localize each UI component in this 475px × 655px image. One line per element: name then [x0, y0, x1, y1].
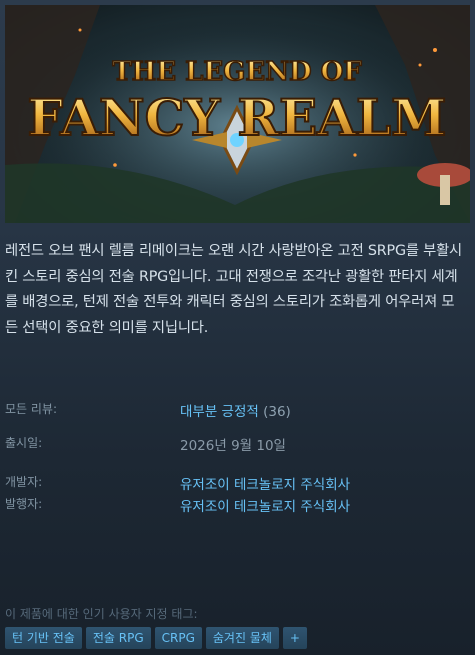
tag-list: 턴 기반 전술 전술 RPG CRPG 숨겨진 물체 +: [5, 627, 307, 649]
tag-more-button[interactable]: +: [282, 627, 307, 649]
tag-crpg[interactable]: CRPG: [154, 627, 202, 649]
tag-hidden-object[interactable]: 숨겨진 물체: [205, 627, 279, 649]
header-capsule-image: THE LEGEND OF FANCY REALM: [5, 5, 470, 223]
reviews-summary[interactable]: 대부분 긍정적 (36): [180, 400, 291, 420]
reviews-label: 모든 리뷰:: [5, 402, 58, 416]
logo-main-text: FANCY REALM: [28, 88, 447, 147]
developer-link[interactable]: 유저조이 테크놀로지 주식회사: [180, 473, 350, 493]
tags-heading: 이 제품에 대한 인기 사용자 지정 태그:: [5, 607, 198, 621]
tag-tactical-rpg[interactable]: 전술 RPG: [85, 627, 151, 649]
logo-top-text: THE LEGEND OF: [112, 57, 362, 87]
reviews-value[interactable]: 대부분 긍정적: [180, 404, 259, 420]
game-description: 레전드 오브 팬시 렐름 리메이크는 오랜 시간 사랑받아온 고전 SRPG를 …: [5, 243, 462, 336]
publisher-link[interactable]: 유저조이 테크놀로지 주식회사: [180, 495, 350, 515]
release-date: 2026년 9월 10일: [180, 438, 286, 454]
release-label: 출시일:: [5, 436, 43, 450]
tag-turn-based-tactics[interactable]: 턴 기반 전술: [5, 627, 82, 649]
publisher-label: 발행자:: [5, 497, 43, 511]
developer-label: 개발자:: [5, 475, 43, 489]
reviews-count: (36): [263, 404, 291, 420]
